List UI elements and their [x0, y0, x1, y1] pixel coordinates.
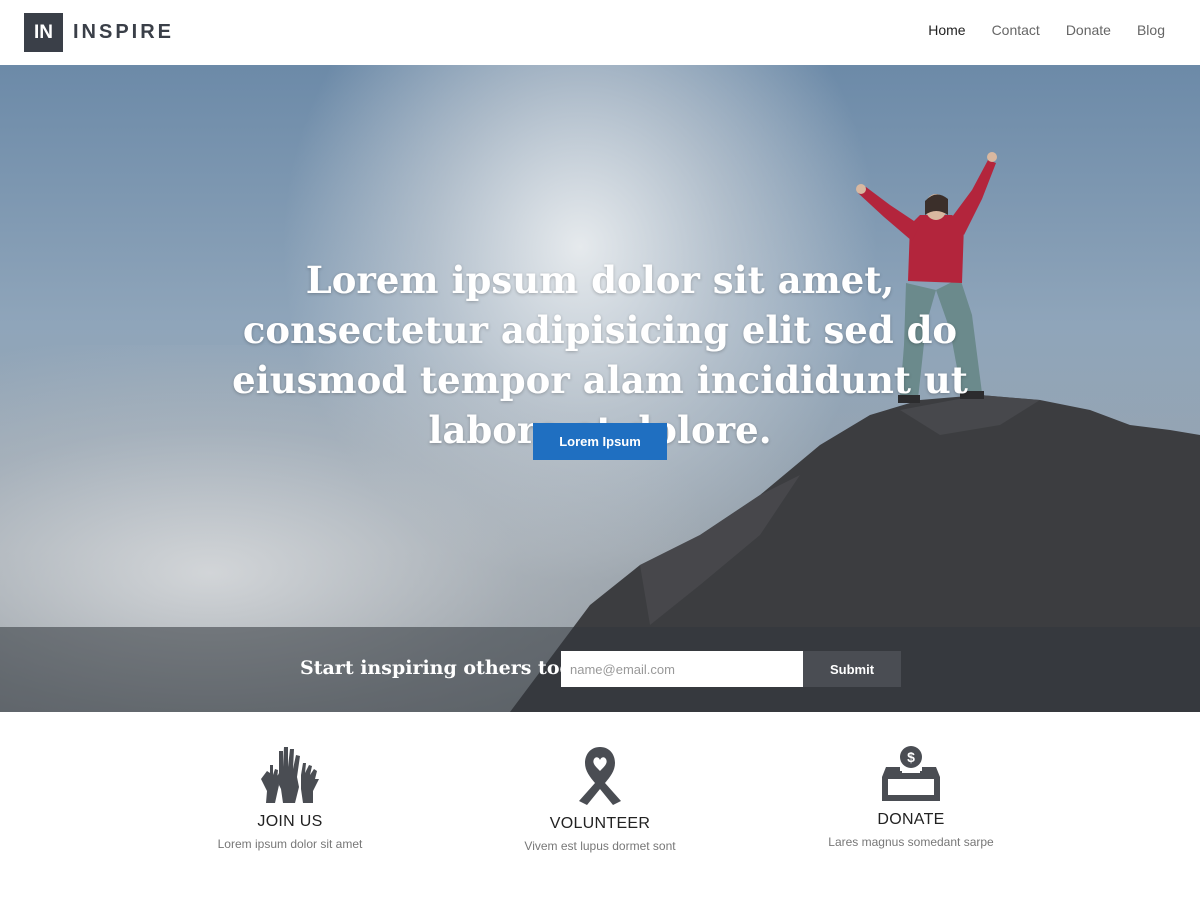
- feature-volunteer: VOLUNTEER Vivem est lupus dormet sont: [480, 745, 720, 853]
- site-header: IN INSPIRE Home Contact Donate Blog: [0, 0, 1200, 65]
- site-logo[interactable]: IN INSPIRE: [24, 13, 174, 52]
- feature-title: DONATE: [877, 811, 945, 828]
- nav-item-home[interactable]: Home: [928, 22, 965, 38]
- ribbon-heart-icon: [579, 747, 621, 805]
- feature-description: Lorem ipsum dolor sit amet: [217, 837, 363, 851]
- feature-description: Lares magnus somedant sarpe: [828, 835, 994, 849]
- dollar-sign-icon: $: [907, 749, 915, 765]
- raised-hands-icon: [261, 747, 319, 803]
- donation-box-icon: $: [882, 746, 940, 801]
- feature-donate: $ DONATE Lares magnus somedant sarpe: [791, 745, 1031, 849]
- signup-submit-button[interactable]: Submit: [803, 651, 901, 687]
- feature-join-us: JOIN US Lorem ipsum dolor sit amet: [170, 745, 410, 851]
- main-nav: Home Contact Donate Blog: [902, 22, 1165, 38]
- email-input[interactable]: name@email.com: [561, 651, 803, 687]
- nav-item-contact[interactable]: Contact: [992, 22, 1040, 38]
- logo-mark: IN: [24, 13, 63, 52]
- hero-cta-button[interactable]: Lorem Ipsum: [533, 423, 667, 460]
- feature-description: Vivem est lupus dormet sont: [524, 839, 676, 853]
- feature-title: VOLUNTEER: [549, 815, 651, 832]
- nav-item-donate[interactable]: Donate: [1066, 22, 1111, 38]
- hero-section: Lorem ipsum dolor sit amet, consectetur …: [0, 65, 1200, 712]
- nav-item-blog[interactable]: Blog: [1137, 22, 1165, 38]
- logo-text: INSPIRE: [73, 21, 175, 43]
- signup-label: Start inspiring others today!: [300, 657, 605, 679]
- signup-bar: Start inspiring others today! name@email…: [0, 627, 1200, 712]
- feature-title: JOIN US: [257, 813, 323, 830]
